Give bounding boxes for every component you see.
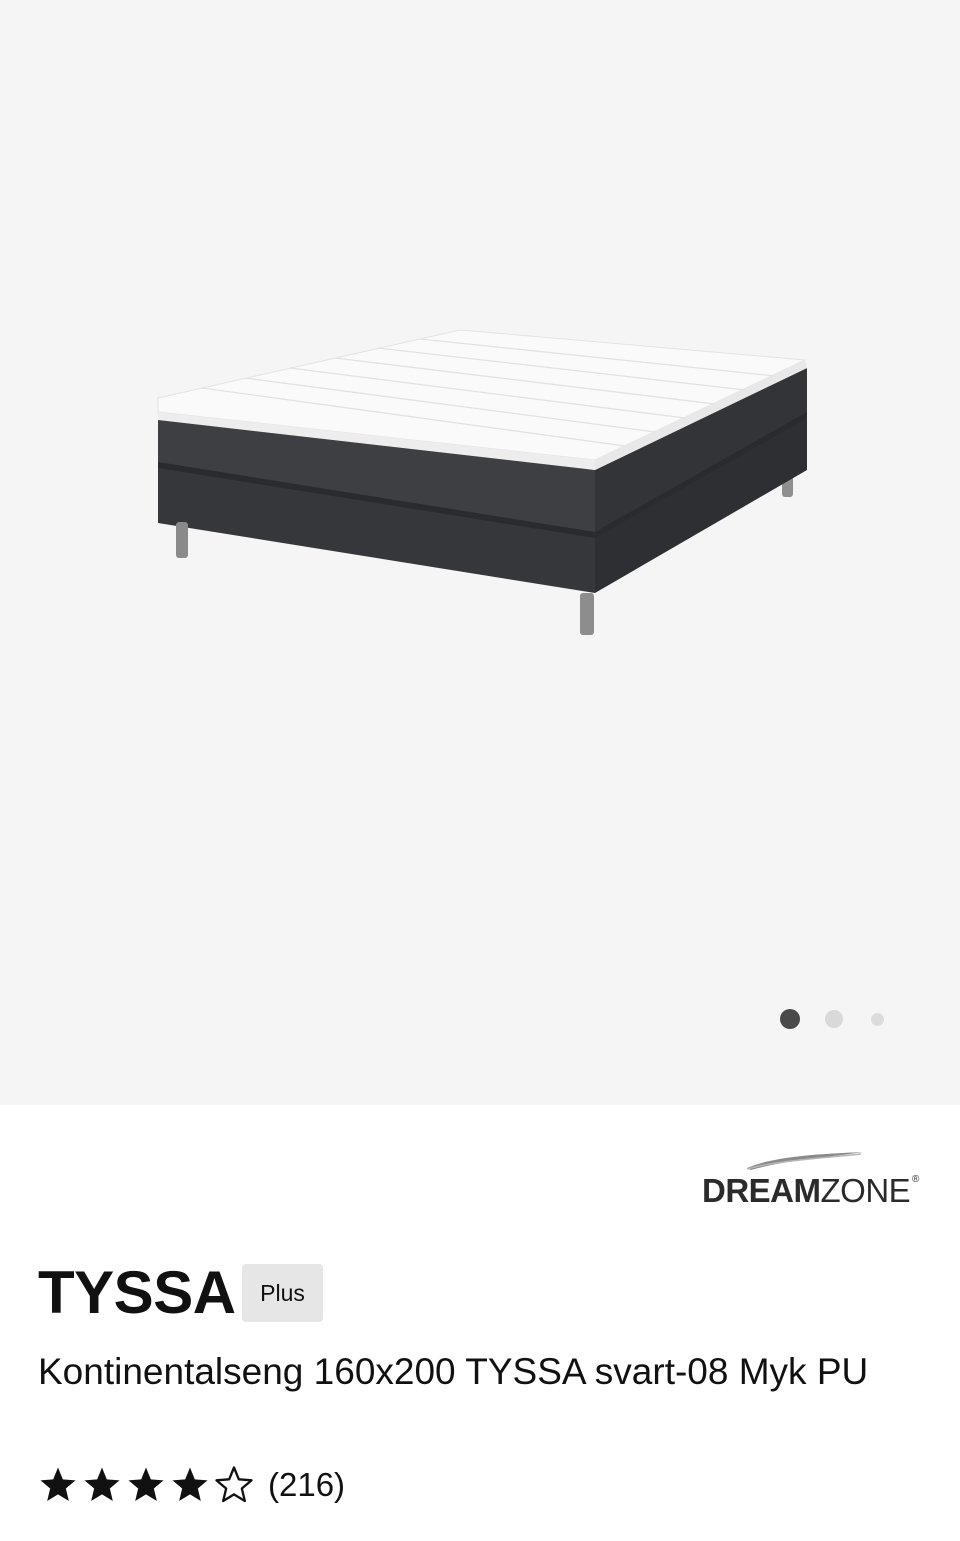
rating-stars xyxy=(38,1465,258,1505)
product-image xyxy=(157,329,807,635)
star-filled-icon xyxy=(40,1467,76,1501)
product-page: DREAMZONE ® TYSSA Plus Kontinentalseng 1… xyxy=(0,0,960,1541)
product-rating[interactable]: (216) xyxy=(38,1462,345,1508)
brand-logo[interactable]: DREAMZONE ® xyxy=(700,1148,930,1212)
star-empty-icon xyxy=(215,1466,253,1503)
star-filled-icon xyxy=(172,1467,208,1501)
carousel-indicator xyxy=(770,1008,900,1030)
star-filled-icon xyxy=(84,1467,120,1501)
registered-mark: ® xyxy=(912,1174,920,1185)
carousel-dot-active[interactable] xyxy=(780,1009,800,1029)
plus-badge: Plus xyxy=(242,1264,323,1322)
carousel-dot[interactable] xyxy=(825,1010,843,1028)
star-filled-icon xyxy=(128,1467,164,1501)
product-image-gallery[interactable] xyxy=(0,0,960,1105)
carousel-dot[interactable] xyxy=(871,1013,884,1026)
product-description: Kontinentalseng 160x200 TYSSA svart-08 M… xyxy=(38,1351,869,1392)
brand-swoosh-icon xyxy=(746,1152,863,1170)
brand-name: DREAMZONE xyxy=(702,1172,911,1209)
product-title: TYSSA xyxy=(38,1259,236,1326)
review-count[interactable]: (216) xyxy=(268,1466,345,1504)
